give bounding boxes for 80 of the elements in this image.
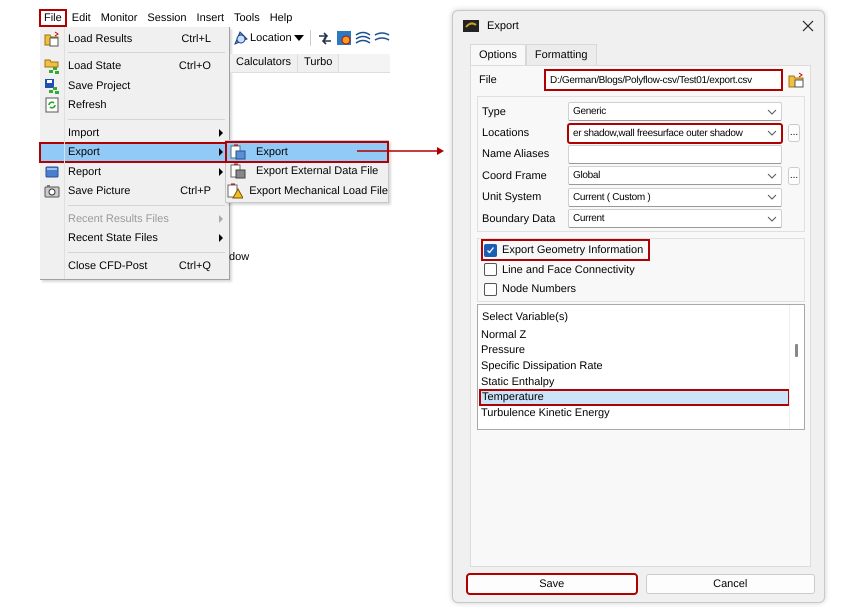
arrows-icon[interactable] xyxy=(316,30,333,46)
list-header: Select Variable(s) xyxy=(481,310,569,325)
chevron-down-icon xyxy=(767,108,777,116)
list-item[interactable]: Specific Dissipation Rate xyxy=(480,358,789,374)
folder-browse-icon[interactable] xyxy=(788,72,805,88)
checkbox-label: Line and Face Connectivity xyxy=(502,264,635,276)
export-warning-icon xyxy=(226,182,243,199)
list-item[interactable]: Pressure xyxy=(480,342,789,358)
field-label: Type xyxy=(482,106,507,118)
menu-bar-item[interactable]: Monitor xyxy=(96,10,142,26)
field-label: File xyxy=(478,74,498,86)
checkbox-label: Node Numbers xyxy=(502,283,576,296)
checkbox[interactable] xyxy=(484,244,497,257)
checkbox[interactable] xyxy=(484,282,497,296)
menu-item[interactable]: Save Picture Ctrl+P xyxy=(40,182,227,201)
chevron-down-icon xyxy=(767,193,777,202)
chevron-down-icon xyxy=(767,214,777,223)
dropdown-field[interactable]: Global xyxy=(568,166,782,186)
list-item[interactable]: Normal Z xyxy=(480,326,789,343)
tab[interactable]: Turbo xyxy=(298,54,340,72)
menu-bar-item[interactable]: Session xyxy=(143,10,191,26)
checkmark-icon xyxy=(486,246,495,254)
menu-item[interactable]: Export xyxy=(40,142,227,162)
field-label: Coord Frame xyxy=(482,170,548,182)
camera-icon xyxy=(44,183,60,200)
floppy-disk-icon xyxy=(44,78,60,94)
folder-tree-icon xyxy=(44,58,60,74)
field-label: Name Aliases xyxy=(482,148,550,160)
checkbox-option[interactable]: Export Geometry Information xyxy=(482,240,650,260)
menu-bar-item[interactable]: Tools xyxy=(230,10,264,26)
field-label: Locations xyxy=(482,127,530,140)
dialog-button[interactable]: Cancel xyxy=(646,574,815,594)
menu-bar-item[interactable]: File xyxy=(40,10,66,26)
scrollbar-thumb[interactable] xyxy=(795,344,798,357)
tab[interactable]: Formatting xyxy=(526,44,596,65)
dropdown-field[interactable]: Current xyxy=(568,209,782,228)
tab[interactable]: Calculators xyxy=(230,54,298,72)
checkbox-label: Export Geometry Information xyxy=(502,244,644,256)
checkbox-option[interactable]: Line and Face Connectivity xyxy=(482,260,641,280)
refresh-icon xyxy=(44,97,60,114)
chevron-down-icon xyxy=(767,172,777,180)
menu-item[interactable]: Load Results Ctrl+L xyxy=(40,29,227,48)
more-button[interactable]: ... xyxy=(788,124,800,142)
list-item[interactable]: Turbulence Kinetic Energy xyxy=(480,405,789,421)
menu-bar-item[interactable]: Help xyxy=(266,10,296,26)
field-label: Unit System xyxy=(482,191,542,204)
location-dropdown[interactable]: Location xyxy=(232,30,304,46)
menu-item[interactable]: Refresh xyxy=(40,96,227,115)
dropdown-field[interactable]: er shadow,wall freesurface outer shadow xyxy=(568,124,782,143)
menu-item[interactable]: Export Mechanical Load File xyxy=(226,181,388,200)
checkbox-option[interactable]: Node Numbers xyxy=(482,279,582,299)
dropdown-field[interactable]: Current ( Custom ) xyxy=(568,188,782,207)
menu-item[interactable]: Save Project xyxy=(40,76,227,96)
checkbox[interactable] xyxy=(484,263,497,276)
menu-item[interactable]: Export xyxy=(226,142,388,162)
folder-document-icon xyxy=(44,30,60,47)
list-item[interactable]: Static Enthalpy xyxy=(480,374,789,390)
app-logo-icon xyxy=(463,18,479,34)
chevron-down-icon xyxy=(767,129,777,138)
dropdown-field[interactable]: Generic xyxy=(568,102,782,122)
field-label: Boundary Data xyxy=(482,212,556,225)
menu-item[interactable]: Recent State Files xyxy=(40,228,227,248)
partial-text: dow xyxy=(229,251,250,263)
close-icon[interactable] xyxy=(802,20,814,32)
menu-bar-item[interactable]: Edit xyxy=(68,10,95,26)
export-document-icon xyxy=(230,144,246,160)
menu-item[interactable]: Load State Ctrl+O xyxy=(40,56,227,76)
list-item[interactable]: Temperature xyxy=(480,390,789,406)
caret-icon xyxy=(294,35,304,41)
window-title: Export xyxy=(487,20,520,32)
file-path-field[interactable]: D:/German/Blogs/Polyflow-csv/Test01/export.csv xyxy=(545,70,782,90)
menu-item[interactable]: Export External Data File xyxy=(226,162,388,181)
export-data-icon xyxy=(230,163,246,180)
input-field[interactable] xyxy=(568,144,782,164)
menu-bar-item[interactable]: Insert xyxy=(192,10,228,26)
more-button[interactable]: ... xyxy=(788,166,800,185)
menu-item[interactable]: Import xyxy=(40,123,227,142)
tab[interactable]: Options xyxy=(470,44,526,65)
menu-item[interactable]: Close CFD-Post Ctrl+Q xyxy=(40,256,227,276)
dialog-button[interactable]: Save xyxy=(467,574,636,594)
